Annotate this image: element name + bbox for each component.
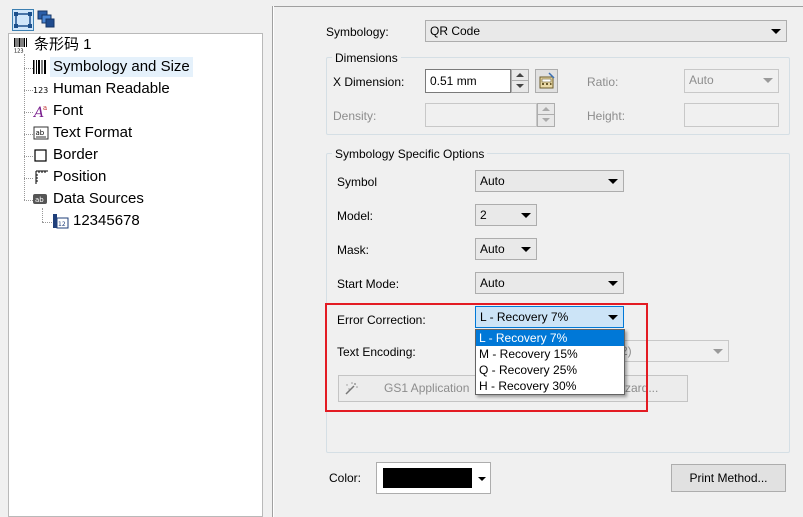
density-spinner[interactable] (537, 103, 555, 127)
tree-connector (42, 208, 43, 222)
tree-item-label: 12345678 (73, 212, 140, 229)
tree-item-label: Symbology and Size (50, 57, 193, 77)
tree-item-label: Text Format (53, 124, 133, 141)
symbology-label: Symbology: (326, 25, 389, 39)
symbology-value: QR Code (430, 24, 481, 38)
position-icon (35, 170, 48, 184)
tree-connector (24, 200, 33, 201)
data-source-icon: ab (33, 194, 47, 204)
symbology-select[interactable]: QR Code (425, 20, 787, 42)
symbol-value: Auto (480, 174, 505, 188)
tree-root[interactable]: 123 条形码 1 (13, 35, 95, 55)
layers-button[interactable] (36, 9, 58, 31)
highlight-annotation (325, 303, 648, 412)
x-dimension-value: 0.51 mm (430, 74, 477, 88)
ratio-label: Ratio: (587, 75, 619, 89)
chevron-down-icon (478, 477, 486, 481)
mask-select[interactable]: Auto (475, 238, 537, 260)
tree-item-label: Position (53, 168, 107, 185)
chevron-down-icon (521, 213, 531, 218)
x-dimension-spinner[interactable] (511, 69, 529, 93)
tree-item-label: Border (53, 146, 99, 163)
digits-icon: 123 (33, 86, 48, 95)
tree-connector (24, 90, 33, 91)
start-mode-select[interactable]: Auto (475, 272, 624, 294)
spin-up-icon[interactable] (538, 104, 554, 115)
start-mode-value: Auto (480, 276, 505, 290)
tree-item-label: Data Sources (53, 190, 144, 207)
font-icon: A a (33, 104, 47, 119)
density-label: Density: (333, 109, 377, 123)
calculator-icon (539, 72, 555, 89)
tree-item-label: Font (53, 102, 84, 119)
symbol-select[interactable]: Auto (475, 170, 624, 192)
tree-item-data-source-child[interactable]: 12 12345678 (53, 211, 143, 231)
symbology-options-title: Symbology Specific Options (332, 147, 488, 161)
svg-text:a: a (43, 104, 47, 112)
x-dimension-input[interactable]: 0.51 mm (425, 69, 511, 93)
spin-down-icon[interactable] (512, 81, 528, 92)
tree-item-text-format[interactable]: ab Text Format (33, 123, 135, 143)
chevron-down-icon (713, 349, 723, 354)
tree-connector (24, 178, 33, 179)
chevron-down-icon (608, 179, 618, 184)
svg-text:123: 123 (14, 49, 24, 54)
color-swatch (383, 468, 472, 488)
tree-item-font[interactable]: A a Font (33, 101, 86, 121)
symbol-label: Symbol (337, 175, 378, 189)
color-picker[interactable] (376, 462, 491, 494)
border-icon (34, 149, 47, 162)
print-method-button[interactable]: Print Method... (671, 464, 786, 492)
properties-tree: 123 条形码 1 Symbology and Size 123 Human R… (8, 33, 263, 517)
tree-item-data-sources[interactable]: ab Data Sources (33, 189, 147, 209)
data-field-icon: 12 (53, 214, 69, 229)
tree-item-position[interactable]: Position (33, 167, 109, 187)
chevron-down-icon (763, 78, 773, 83)
tree-connector (24, 68, 33, 69)
ratio-value: Auto (689, 73, 714, 87)
x-dimension-calc-button[interactable] (535, 69, 558, 93)
layers-icon (37, 10, 55, 28)
tree-connector (42, 222, 52, 223)
density-input[interactable] (425, 103, 537, 127)
tree-item-symbology-and-size[interactable]: Symbology and Size (33, 57, 193, 77)
model-value: 2 (480, 208, 487, 222)
left-toolbar (8, 6, 262, 32)
text-format-icon: ab (33, 126, 49, 140)
ratio-select[interactable]: Auto (684, 69, 779, 93)
model-label: Model: (337, 209, 374, 223)
barcode-icon (33, 60, 46, 74)
tree-connector (24, 134, 33, 135)
tree-view-button[interactable] (12, 9, 34, 31)
svg-text:123: 123 (33, 86, 48, 95)
x-dimension-label: X Dimension: (333, 75, 405, 89)
height-input[interactable] (684, 103, 779, 127)
svg-text:ab: ab (36, 129, 45, 137)
tree-root-label: 条形码 1 (34, 36, 92, 53)
tree-item-human-readable[interactable]: 123 Human Readable (33, 79, 173, 99)
height-label: Height: (587, 109, 626, 123)
dimensions-group-title: Dimensions (332, 51, 401, 65)
chevron-down-icon (771, 29, 781, 34)
mask-value: Auto (480, 242, 505, 256)
start-mode-label: Start Mode: (337, 277, 400, 291)
spin-up-icon[interactable] (512, 70, 528, 81)
color-label: Color: (329, 471, 362, 485)
chevron-down-icon (608, 281, 618, 286)
model-select[interactable]: 2 (475, 204, 537, 226)
barcode-icon: 123 (14, 38, 27, 54)
tree-connector (24, 112, 33, 113)
tree-item-label: Human Readable (53, 80, 170, 97)
spin-down-icon[interactable] (538, 115, 554, 126)
mask-label: Mask: (337, 243, 370, 257)
tree-item-border[interactable]: Border (33, 145, 101, 165)
tree-connector (24, 156, 33, 157)
svg-text:12: 12 (58, 221, 66, 228)
svg-text:ab: ab (35, 196, 44, 204)
chevron-down-icon (521, 247, 531, 252)
tree-view-icon (14, 12, 32, 28)
